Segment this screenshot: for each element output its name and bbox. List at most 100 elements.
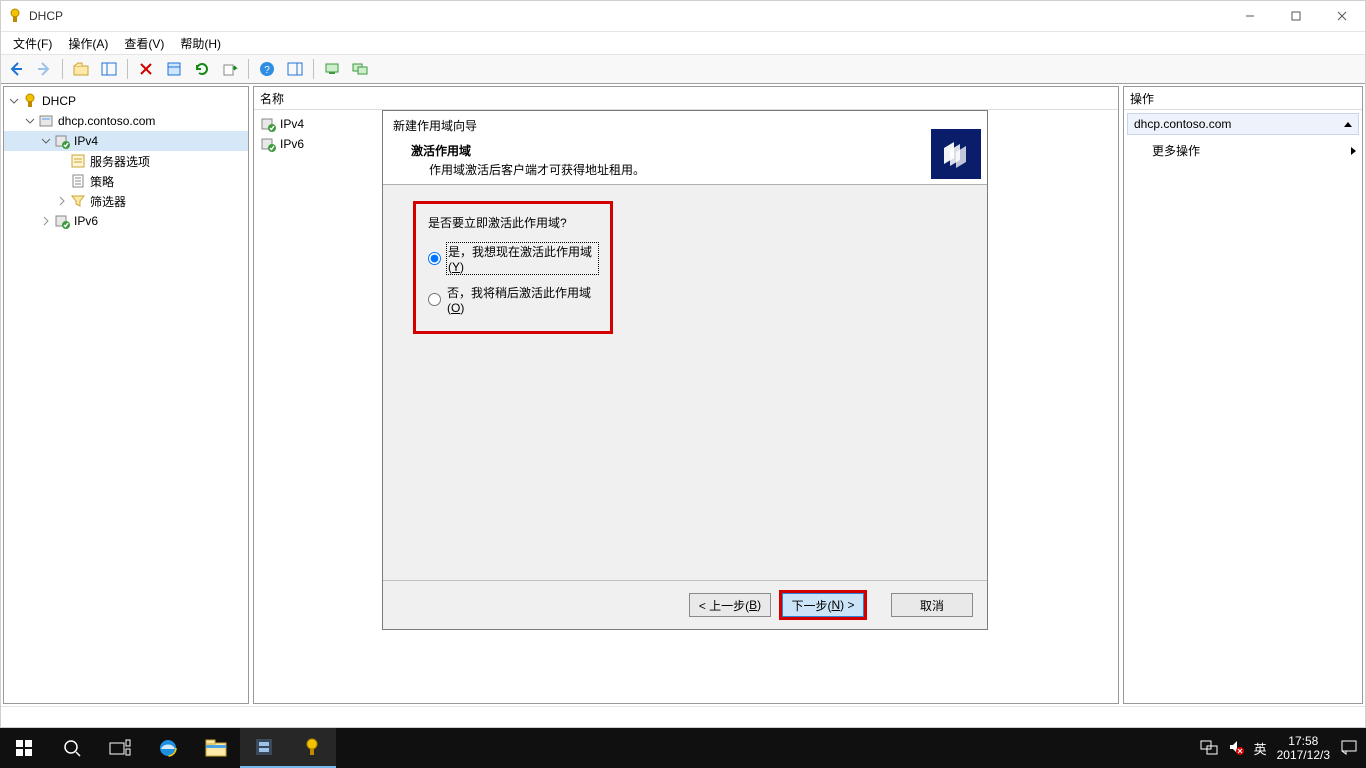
- start-button[interactable]: [0, 728, 48, 768]
- expander-spacer: [54, 153, 70, 169]
- refresh-button[interactable]: [189, 56, 215, 82]
- chevron-right-icon: [54, 193, 70, 209]
- tree-label: IPv6: [70, 214, 98, 228]
- radio-activate-yes[interactable]: 是，我想现在激活此作用域(Y): [428, 243, 598, 274]
- chevron-right-icon: [1351, 147, 1356, 155]
- system-tray: 英 17:58 2017/12/3: [1192, 734, 1366, 762]
- wizard-section-title: 激活作用域: [393, 142, 977, 159]
- wizard-back-button[interactable]: < 上一步(B): [689, 593, 771, 617]
- radio-input-yes[interactable]: [428, 252, 441, 265]
- new-scope-wizard: 新建作用域向导 激活作用域 作用域激活后客户端才可获得地址租用。: [382, 110, 988, 630]
- taskview-button[interactable]: [96, 728, 144, 768]
- titlebar: DHCP: [1, 1, 1365, 32]
- ipv4-icon: [260, 116, 276, 132]
- taskbar-server-manager[interactable]: [240, 728, 288, 768]
- expander-spacer: [54, 173, 70, 189]
- dhcp-mmc-window: DHCP 文件(F) 操作(A) 查看(V) 帮助(H): [0, 0, 1366, 728]
- tree-node-policies[interactable]: 策略: [4, 171, 248, 191]
- ipv6-icon: [260, 136, 276, 152]
- export-button[interactable]: [217, 56, 243, 82]
- actions-header: 操作: [1124, 87, 1362, 110]
- maximize-button[interactable]: [1273, 1, 1319, 31]
- chevron-down-icon: [38, 133, 54, 149]
- tree-node-ipv6[interactable]: IPv6: [4, 211, 248, 231]
- add-server-button[interactable]: [347, 56, 373, 82]
- txt: B: [749, 598, 757, 612]
- txt: ): [460, 260, 464, 274]
- tree-node-server[interactable]: dhcp.contoso.com: [4, 111, 248, 131]
- actions-more[interactable]: 更多操作: [1130, 138, 1356, 163]
- taskbar-dhcp[interactable]: [288, 728, 336, 768]
- menu-view[interactable]: 查看(V): [116, 33, 172, 54]
- txt: < 上一步(: [699, 597, 749, 614]
- tray-notifications-icon[interactable]: [1340, 738, 1358, 759]
- help-button[interactable]: ?: [254, 56, 280, 82]
- list-column-name[interactable]: 名称: [254, 87, 1118, 110]
- window-statusbar: [1, 706, 1365, 727]
- txt: 否，我将稍后激活此作用域(: [447, 286, 591, 315]
- up-level-button[interactable]: [68, 56, 94, 82]
- tree-node-filters[interactable]: 筛选器: [4, 191, 248, 211]
- wizard-footer: < 上一步(B) 下一步(N) > 取消: [383, 580, 987, 629]
- chevron-down-icon: [6, 93, 22, 109]
- menu-file[interactable]: 文件(F): [5, 33, 60, 54]
- taskbar-explorer[interactable]: [192, 728, 240, 768]
- scope-tree: DHCP dhcp.contoso.com: [4, 87, 248, 235]
- tree-pane: DHCP dhcp.contoso.com: [3, 86, 249, 704]
- list-item-label: IPv4: [280, 117, 304, 131]
- close-button[interactable]: [1319, 1, 1365, 31]
- txt: ): [757, 598, 761, 612]
- wizard-cancel-button[interactable]: 取消: [891, 593, 973, 617]
- show-hide-tree-button[interactable]: [96, 56, 122, 82]
- tree-node-server-options[interactable]: 服务器选项: [4, 151, 248, 171]
- filters-icon: [70, 193, 86, 209]
- taskbar-search[interactable]: [48, 728, 96, 768]
- svg-text:?: ?: [264, 65, 270, 76]
- wizard-body: 是否要立即激活此作用域? 是，我想现在激活此作用域(Y) 否，我将稍后激活此作用…: [383, 185, 987, 580]
- collapse-icon: [1344, 122, 1352, 127]
- tree-node-dhcp-root[interactable]: DHCP: [4, 91, 248, 111]
- manage-server-button[interactable]: [319, 56, 345, 82]
- txt: Y: [452, 260, 460, 274]
- server-options-icon: [70, 153, 86, 169]
- tray-date: 2017/12/3: [1277, 748, 1330, 762]
- wizard-title: 新建作用域向导: [393, 117, 977, 134]
- taskbar-ie[interactable]: [144, 728, 192, 768]
- ipv6-icon: [54, 213, 70, 229]
- radio-input-no[interactable]: [428, 293, 441, 306]
- list-item-label: IPv6: [280, 137, 304, 151]
- txt: ) >: [840, 598, 854, 612]
- delete-button[interactable]: [133, 56, 159, 82]
- dhcp-app-icon: [7, 8, 23, 24]
- properties-button[interactable]: [161, 56, 187, 82]
- tray-clock[interactable]: 17:58 2017/12/3: [1277, 734, 1330, 762]
- actions-more-label: 更多操作: [1152, 142, 1200, 159]
- txt: N: [831, 598, 840, 612]
- tree-node-ipv4[interactable]: IPv4: [4, 131, 248, 151]
- tray-ime[interactable]: 英: [1254, 739, 1267, 758]
- tree-label: IPv4: [70, 134, 98, 148]
- center-pane: 名称 IPv4 IPv6: [253, 86, 1119, 704]
- tree-label: 筛选器: [86, 193, 126, 210]
- tray-volume-icon[interactable]: [1228, 739, 1244, 758]
- server-icon: [38, 113, 54, 129]
- tree-label: 服务器选项: [86, 153, 150, 170]
- menu-action[interactable]: 操作(A): [60, 33, 116, 54]
- nav-back-button[interactable]: [3, 56, 29, 82]
- action-pane-button[interactable]: [282, 56, 308, 82]
- radio-activate-no[interactable]: 否，我将稍后激活此作用域(O): [428, 284, 598, 315]
- actions-group-server[interactable]: dhcp.contoso.com: [1127, 113, 1359, 135]
- minimize-button[interactable]: [1227, 1, 1273, 31]
- activation-question: 是否要立即激活此作用域?: [428, 214, 598, 231]
- menu-help[interactable]: 帮助(H): [172, 33, 229, 54]
- window-controls: [1227, 1, 1365, 31]
- wizard-header: 新建作用域向导 激活作用域 作用域激活后客户端才可获得地址租用。: [383, 111, 987, 185]
- nav-forward-button[interactable]: [31, 56, 57, 82]
- actions-group-label: dhcp.contoso.com: [1134, 117, 1231, 131]
- wizard-next-button[interactable]: 下一步(N) >: [782, 593, 864, 617]
- txt: 下一步(: [791, 597, 831, 614]
- chevron-down-icon: [22, 113, 38, 129]
- menubar: 文件(F) 操作(A) 查看(V) 帮助(H): [1, 32, 1365, 54]
- tray-network-icon[interactable]: [1200, 739, 1218, 758]
- radio-label-yes: 是，我想现在激活此作用域(Y): [447, 243, 598, 274]
